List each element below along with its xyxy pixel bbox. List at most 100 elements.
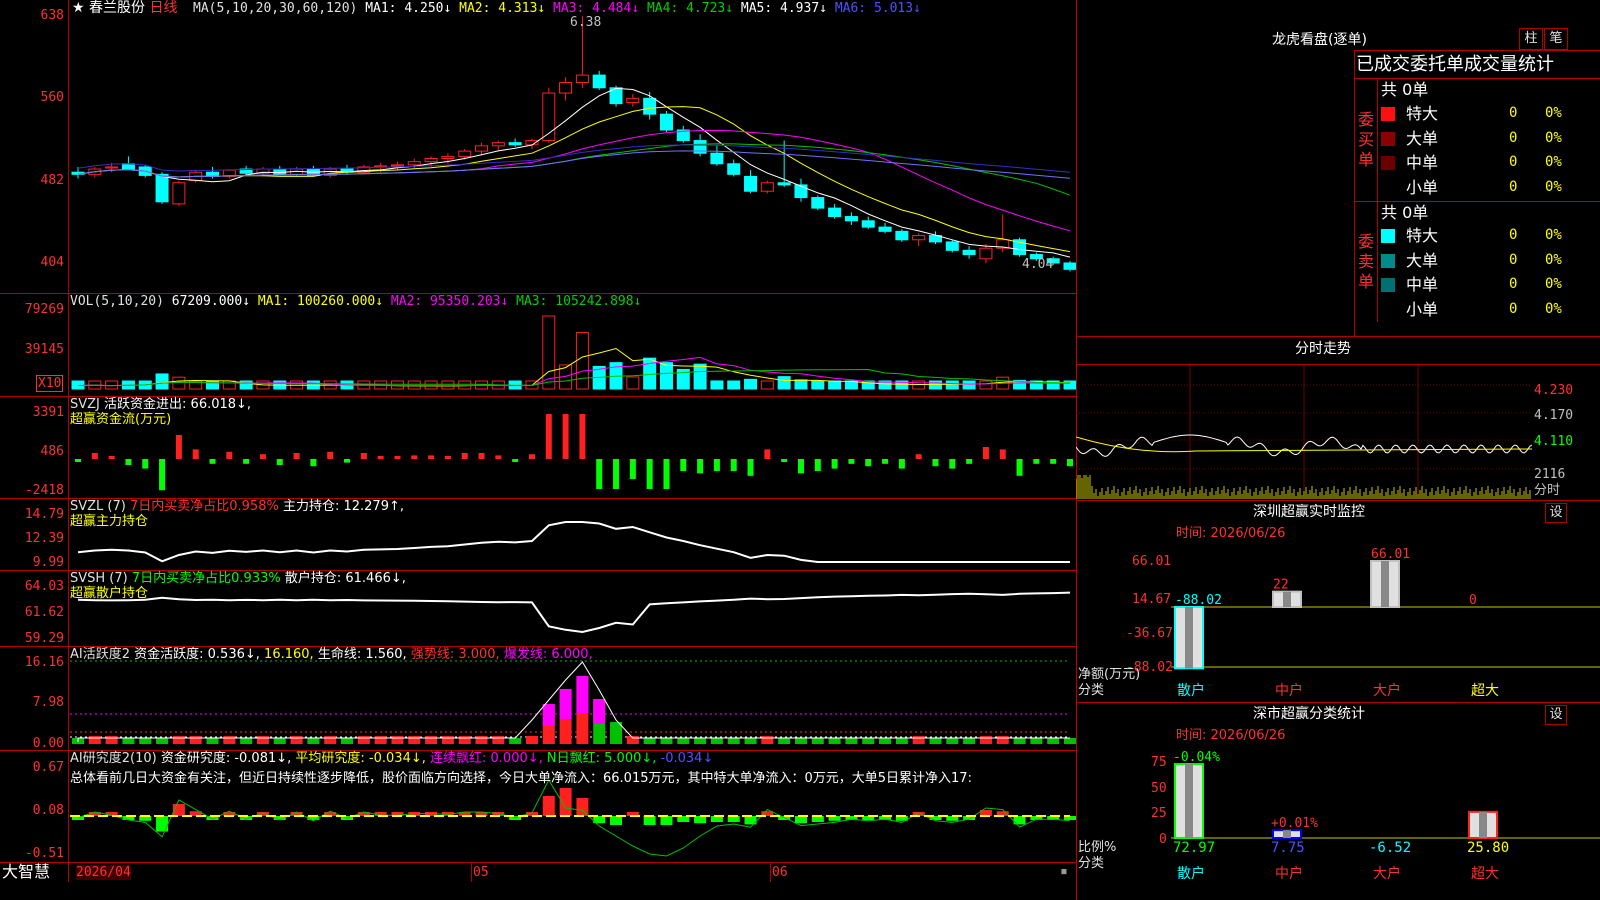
sz-category-label: 中户	[1275, 682, 1303, 699]
active-bar	[122, 738, 135, 744]
candle-body	[105, 166, 119, 169]
active-bar	[1064, 738, 1076, 744]
fund-flow-bar	[848, 459, 855, 464]
period-label[interactable]: 日线	[149, 0, 177, 16]
fund-flow-bar	[108, 456, 115, 459]
order-type: 特大	[1406, 104, 1439, 123]
candle-body	[828, 207, 842, 218]
svzl-ratio: 7日内买卖净占比0.958%	[129, 499, 279, 514]
active-bar	[475, 736, 488, 744]
legend-swatch	[1381, 156, 1395, 170]
volume-bar	[794, 379, 808, 390]
candle-body	[659, 113, 673, 131]
order-count: 0	[1509, 227, 1518, 243]
fund-flow-bar	[613, 459, 620, 489]
candle-body	[895, 230, 909, 241]
active-bar	[710, 738, 723, 744]
candle-body	[1063, 262, 1076, 270]
brand-logo[interactable]: 大智慧	[2, 863, 50, 881]
active-bar	[1013, 738, 1026, 744]
sz-bar-chart[interactable]: -88.02 散户 22 中户 66.01 大户 0 超大	[1076, 500, 1600, 702]
order-count: 0	[1509, 251, 1518, 268]
active-bar	[828, 738, 841, 744]
legend-swatch	[1381, 278, 1395, 292]
order-percent: 0%	[1545, 154, 1562, 170]
ma3-value: MA3: 4.484↓	[553, 1, 640, 16]
fl-bar-chart[interactable]: -0.04% 72.97 散户 +0.01% 7.75 中户 -6.52 大户 25.80 超大	[1076, 702, 1600, 900]
ma2-value: MA2: 4.313↓	[459, 1, 546, 16]
fl-category-label: 散户	[1177, 865, 1205, 882]
fund-flow-bar	[159, 459, 166, 491]
sz-category-label: 散户	[1177, 682, 1205, 699]
active-bar	[408, 736, 421, 744]
active-bar	[660, 738, 673, 744]
active-bar	[509, 738, 522, 744]
active-bar	[425, 736, 438, 744]
volume-bar	[575, 332, 589, 390]
fund-flow-bar	[411, 455, 418, 459]
lock-icon[interactable]: ▪	[1060, 864, 1068, 879]
price-tick-1: 638	[40, 8, 64, 23]
sz-value-label: -88.02	[1175, 593, 1222, 608]
active-bar	[1047, 738, 1060, 744]
sz-category-label: 大户	[1373, 682, 1401, 699]
research-bar	[660, 816, 673, 825]
active-bar-top	[576, 676, 589, 714]
order-type: 小单	[1406, 299, 1439, 319]
svsh-label: 散户持仓: 61.466↓,	[284, 571, 406, 586]
fund-flow-bar	[209, 459, 216, 464]
active-bar-top	[593, 699, 606, 724]
active-bar	[643, 738, 656, 744]
fl-bar-shade	[1479, 811, 1487, 838]
intraday-chart[interactable]	[1076, 365, 1532, 499]
candle-body	[727, 163, 741, 175]
svsh-sub: 超赢散户持仓	[70, 586, 149, 601]
ai-r-tick-3: -0.51	[24, 846, 64, 861]
active-bar	[912, 736, 925, 744]
star-icon[interactable]: ★	[72, 0, 85, 16]
ma-params: MA(5,10,20,30,60,120)	[193, 1, 358, 16]
active-bar	[879, 738, 892, 744]
fund-flow-bar	[276, 459, 283, 465]
fund-flow-bar	[915, 454, 922, 459]
ai-r-tick-2: 0.08	[32, 803, 64, 818]
ma-line	[77, 106, 1071, 253]
active-bar	[996, 736, 1009, 744]
stats-tabs[interactable]: 已成交委托单成交量统计	[1356, 54, 1554, 76]
volume-bar	[777, 376, 791, 390]
date-month-05: 05	[473, 865, 489, 880]
order-percent: 0%	[1545, 276, 1562, 292]
active-bar	[256, 736, 269, 744]
candle-body	[945, 241, 959, 251]
fund-flow-bar	[192, 449, 199, 459]
main-holding-line	[77, 521, 1070, 563]
order-count: 0	[1509, 105, 1518, 121]
fs-vol-tick: 2116	[1534, 467, 1566, 482]
svzl-title: SVZL (7)	[70, 499, 126, 514]
research-bar	[694, 816, 707, 824]
active-bar	[677, 738, 690, 744]
sz-bar-shade	[1185, 607, 1193, 669]
bar-view-button[interactable]: 柱	[1519, 28, 1543, 50]
active-bar	[492, 736, 505, 744]
price-tick-3: 482	[40, 173, 64, 188]
active-bar	[963, 738, 976, 744]
volume-bar	[928, 380, 942, 390]
fund-flow-bar	[360, 453, 367, 459]
svzj-label: 活跃资金进出: 66.018↓,	[104, 397, 252, 412]
sz-value-label: 0	[1469, 593, 1477, 608]
ai-active-v2: 16.160,	[264, 647, 314, 662]
date-start: 2026/04	[76, 865, 131, 880]
legend-swatch	[1381, 107, 1395, 121]
order-percent: 0%	[1545, 105, 1562, 121]
fund-flow-bar	[966, 459, 973, 464]
fund-flow-bar	[697, 459, 704, 474]
retail-holding-line	[77, 591, 1071, 634]
fs-tick-2: 4.170	[1534, 408, 1574, 423]
volume-bar	[760, 380, 774, 390]
fund-flow-bar	[293, 453, 300, 459]
active-bar	[441, 736, 454, 744]
candle-body	[777, 182, 791, 186]
tick-view-button[interactable]: 笔	[1544, 28, 1568, 50]
svzl-label: 主力持仓: 12.279↑,	[282, 499, 404, 514]
